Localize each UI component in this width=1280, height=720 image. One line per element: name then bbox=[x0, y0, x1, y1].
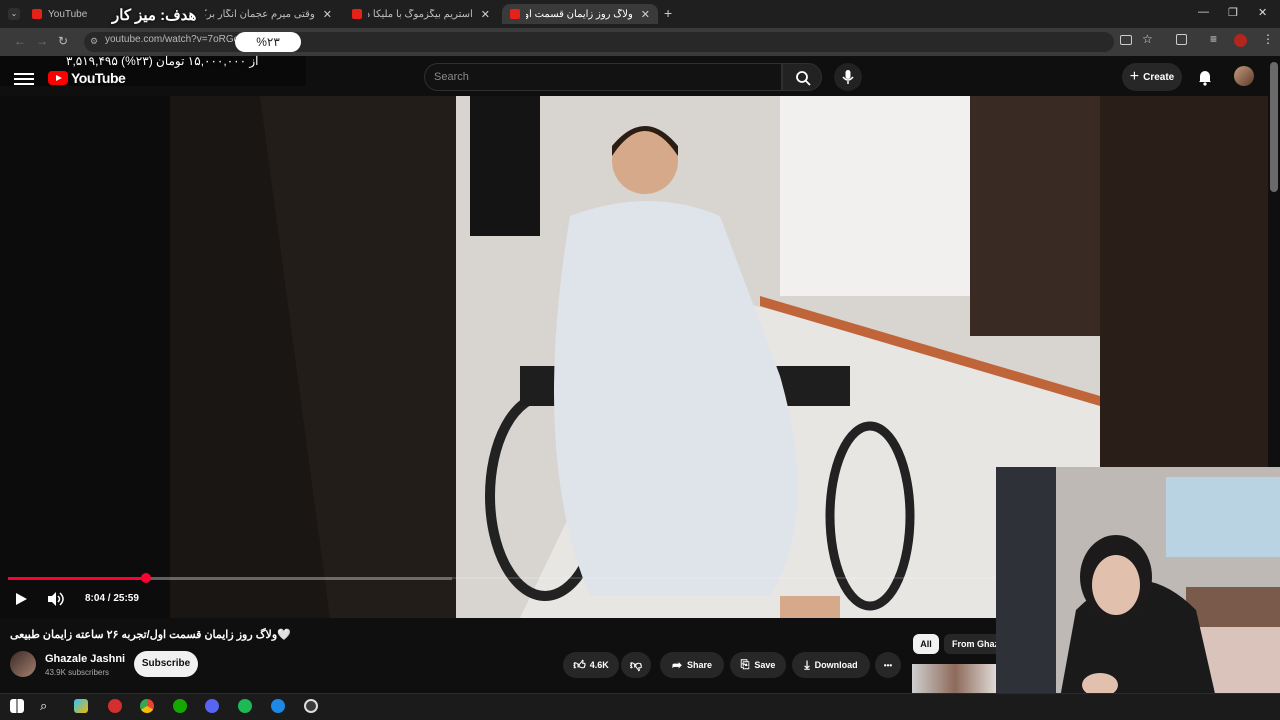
overlay-percent-pill: %۲۳ bbox=[235, 32, 301, 52]
profile-icon[interactable] bbox=[1234, 34, 1247, 47]
channel-avatar[interactable] bbox=[10, 651, 36, 677]
save-button[interactable]: ⎘ Save bbox=[730, 652, 786, 678]
volume-icon bbox=[48, 592, 64, 606]
notifications-button[interactable] bbox=[1194, 66, 1216, 88]
close-window-button[interactable]: ✕ bbox=[1258, 6, 1267, 19]
time-display: 8:04 / 25:59 bbox=[85, 593, 139, 604]
tab-label: ولاگ روز زایمان قسمت اول/تجربه ... bbox=[526, 8, 633, 20]
like-button[interactable]: 👍︎ 4.6K bbox=[563, 652, 619, 678]
vpn-app-icon[interactable] bbox=[271, 699, 285, 713]
discord-icon[interactable] bbox=[205, 699, 219, 713]
create-label: Create bbox=[1143, 71, 1175, 83]
bookmark-icon: ⎘ bbox=[740, 658, 750, 671]
hamburger-menu-icon[interactable] bbox=[14, 70, 34, 85]
progress-scrubber-handle[interactable] bbox=[140, 573, 151, 583]
more-actions-button[interactable]: ••• bbox=[875, 652, 901, 678]
close-tab-icon[interactable]: ✕ bbox=[323, 8, 332, 21]
logo-text: YouTube bbox=[71, 70, 126, 86]
close-tab-icon[interactable]: ✕ bbox=[641, 8, 650, 21]
close-tab-icon[interactable]: ✕ bbox=[481, 8, 490, 21]
youtube-play-logo-icon bbox=[48, 71, 68, 85]
channel-name[interactable]: Ghazale Jashni bbox=[45, 653, 125, 665]
subscriber-count: 43.9K subscribers bbox=[45, 668, 110, 677]
play-icon bbox=[16, 593, 27, 605]
search-taskbar-icon[interactable]: ⌕ bbox=[40, 699, 54, 713]
tab-active-vlog[interactable]: ولاگ روز زایمان قسمت اول/تجربه ... ✕ bbox=[502, 4, 658, 24]
subscribe-button[interactable]: Subscribe bbox=[134, 651, 198, 677]
tab-label: YouTube bbox=[48, 8, 88, 20]
youtube-favicon-icon bbox=[32, 9, 42, 19]
cast-icon[interactable] bbox=[1120, 35, 1132, 45]
search-icon bbox=[796, 71, 811, 86]
share-label: Share bbox=[687, 660, 713, 670]
copilot-icon[interactable] bbox=[74, 699, 88, 713]
search-button[interactable] bbox=[782, 63, 822, 91]
search-input[interactable] bbox=[434, 67, 764, 87]
progress-bar[interactable] bbox=[8, 573, 452, 583]
download-icon: ⤓ bbox=[804, 657, 810, 672]
bell-icon bbox=[1199, 71, 1211, 86]
share-arrow-icon: ➦ bbox=[671, 658, 683, 672]
windows-taskbar bbox=[0, 693, 1280, 720]
youtube-logo[interactable]: YouTube bbox=[48, 70, 126, 86]
tab-stream[interactable]: استریم بیگزموگ با ملیکا دیوتی ✕ bbox=[344, 4, 498, 24]
tab-label: استریم بیگزموگ با ملیکا دیوتی bbox=[368, 8, 473, 20]
tab-ajman-video[interactable]: ✕ وقتی میرم عجمان انگار برگشتم ... bbox=[190, 4, 340, 24]
reload-icon[interactable]: ↻ bbox=[58, 34, 68, 48]
webcam-frame bbox=[996, 467, 1280, 720]
progress-fill bbox=[8, 577, 146, 580]
maximize-button[interactable]: ❐ bbox=[1228, 6, 1238, 19]
youtube-favicon-icon bbox=[510, 9, 520, 19]
plus-icon: + bbox=[1129, 68, 1140, 85]
upwork-icon[interactable] bbox=[173, 699, 187, 713]
streamer-webcam bbox=[996, 467, 1280, 720]
dislike-button[interactable]: 👎︎ bbox=[621, 652, 651, 678]
browser-menu-icon[interactable]: ⋮ bbox=[1262, 32, 1274, 46]
overlay-goal-amount: ۳,۵۱۹,۴۹۵ از ۱۵,۰۰۰,۰۰۰ تومان (۲۳%) bbox=[66, 54, 259, 68]
chrome-icon[interactable] bbox=[140, 699, 154, 713]
back-icon[interactable]: ← bbox=[14, 34, 26, 48]
share-button[interactable]: ➦ Share bbox=[660, 652, 724, 678]
voice-search-button[interactable] bbox=[834, 63, 862, 91]
like-count: 4.6K bbox=[589, 660, 609, 670]
spotify-icon[interactable] bbox=[238, 699, 252, 713]
play-button[interactable] bbox=[14, 592, 28, 606]
user-avatar[interactable] bbox=[1234, 66, 1254, 86]
site-info-icon[interactable]: ⚙ bbox=[90, 36, 98, 47]
video-title: 🤍ولاگ روز زایمان قسمت اول/تجربه ۲۶ ساعته… bbox=[10, 629, 291, 641]
download-button[interactable]: ⤓ Download bbox=[792, 652, 870, 678]
media-control-icon[interactable]: ≡ bbox=[1210, 32, 1217, 46]
progress-bar-extension bbox=[452, 577, 996, 579]
minimize-button[interactable]: — bbox=[1198, 6, 1209, 18]
record-app-icon[interactable] bbox=[108, 699, 122, 713]
tab-search-dropdown[interactable]: ⌄ bbox=[8, 8, 20, 20]
recommended-video-thumbnail[interactable] bbox=[912, 664, 998, 694]
obs-icon[interactable] bbox=[304, 699, 318, 713]
url-text[interactable]: youtube.com/watch?v=7oRGc bbox=[105, 34, 239, 45]
extensions-icon[interactable] bbox=[1176, 34, 1187, 45]
create-button[interactable]: + Create bbox=[1122, 63, 1182, 91]
windows-start-icon[interactable] bbox=[10, 699, 24, 713]
chip-from-channel[interactable]: From Ghaz bbox=[944, 634, 1004, 654]
microphone-icon bbox=[842, 70, 854, 84]
overlay-goal-title: هدف: میز کار bbox=[112, 7, 197, 24]
bookmark-star-icon[interactable]: ☆ bbox=[1142, 32, 1153, 46]
thumbs-down-icon: 👎︎ bbox=[629, 657, 643, 672]
more-dots-icon: ••• bbox=[883, 660, 893, 670]
page-scrollbar[interactable] bbox=[1270, 62, 1278, 192]
youtube-favicon-icon bbox=[352, 9, 362, 19]
thumbs-up-icon: 👍︎ bbox=[573, 657, 586, 672]
tab-label: وقتی میرم عجمان انگار برگشتم ... bbox=[205, 8, 315, 20]
volume-button[interactable] bbox=[46, 591, 66, 607]
new-tab-button[interactable]: + bbox=[664, 5, 672, 21]
chip-all[interactable]: All bbox=[913, 634, 939, 654]
forward-icon[interactable]: → bbox=[36, 34, 48, 48]
download-label: Download bbox=[814, 660, 858, 670]
save-label: Save bbox=[754, 660, 776, 670]
